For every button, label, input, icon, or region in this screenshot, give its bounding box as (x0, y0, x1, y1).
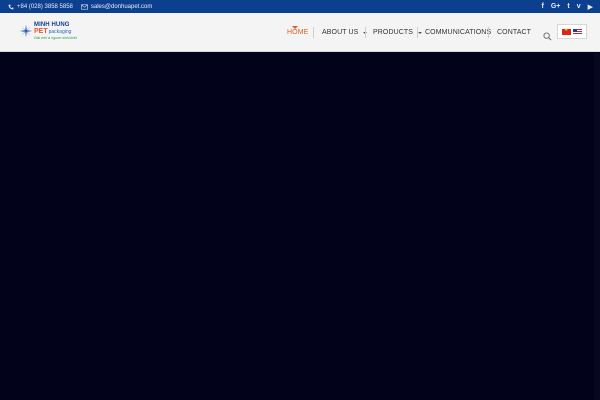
vimeo-icon[interactable]: v (577, 3, 581, 10)
nav-about-us-label: ABOUT US (322, 29, 359, 36)
email-address: sales@donhuapet.com (90, 3, 153, 10)
hero-slider (0, 53, 600, 400)
search-icon (543, 32, 552, 41)
nav-contact[interactable]: CONTACT (497, 13, 531, 52)
phone-contact[interactable]: +84 (028) 3858 5858 (8, 4, 73, 10)
nav-home[interactable]: HOME (287, 13, 308, 52)
phone-number: +84 (028) 3858 5858 (17, 3, 73, 10)
chevron-down-icon (418, 31, 423, 34)
nav-communications-label: COMMUNICATIONS (425, 29, 492, 36)
search-button[interactable] (543, 28, 552, 46)
nav-contact-label: CONTACT (497, 29, 532, 36)
nav-divider (313, 27, 314, 38)
mail-icon (81, 3, 88, 10)
twitter-icon[interactable]: t (567, 3, 569, 10)
nav-divider (365, 27, 366, 38)
top-bar: +84 (028) 3858 5858 sales@donhuapet.com … (0, 0, 600, 13)
logo-pet: PET (34, 28, 48, 35)
logo-packaging: packaging (48, 29, 72, 35)
logo-emblem-icon (19, 24, 33, 38)
email-contact[interactable]: sales@donhuapet.com (81, 4, 152, 10)
vietnamese-flag-icon[interactable] (562, 27, 571, 35)
google-plus-icon[interactable]: G+ (551, 3, 561, 10)
nav-divider (417, 27, 418, 38)
nav-divider (488, 27, 489, 38)
contact-info: +84 (028) 3858 5858 sales@donhuapet.com (8, 0, 160, 13)
nav-products-label: PRODUCTS (373, 29, 414, 36)
nav-products[interactable]: PRODUCTS (373, 13, 423, 52)
phone-icon (8, 4, 14, 9)
youtube-icon[interactable]: ▶ (588, 3, 593, 11)
site-logo[interactable]: MINH HUNG PETpackaging Giải mới vì ngươn… (19, 22, 85, 44)
social-links: f G+ t v ▶ (534, 0, 593, 13)
facebook-icon[interactable]: f (541, 3, 543, 10)
nav-communications[interactable]: COMMUNICATIONS (425, 13, 491, 52)
logo-text: MINH HUNG PETpackaging Giải mới vì ngươn… (34, 22, 77, 41)
logo-tagline: Giải mới vì ngươn sinh khiết (34, 36, 77, 40)
page-scrollbar[interactable] (594, 53, 600, 400)
nav-home-label: HOME (287, 29, 309, 36)
logo-line-2: PETpackaging (34, 28, 77, 36)
language-switcher (557, 24, 587, 39)
us-flag-icon[interactable] (573, 28, 582, 35)
nav-about-us[interactable]: ABOUT US (322, 13, 368, 52)
site-header: MINH HUNG PETpackaging Giải mới vì ngươn… (0, 13, 600, 52)
